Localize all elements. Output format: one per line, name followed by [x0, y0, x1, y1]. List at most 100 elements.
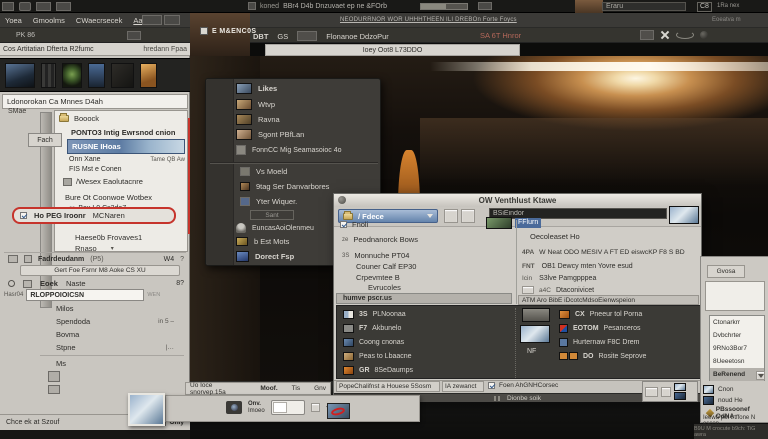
grid-view-icon[interactable] [164, 15, 180, 25]
context-menu-item[interactable]: Ravna [236, 114, 280, 125]
lower-item[interactable]: Milos [56, 304, 74, 313]
file-row[interactable]: EOTOM Pesanceros [559, 324, 641, 333]
camera-icon[interactable] [19, 2, 31, 11]
annotated-menu-item[interactable]: Ho PEG Iroonr [34, 211, 86, 220]
file-row[interactable]: Hurternaw F8C Drem [559, 338, 640, 347]
lower-item[interactable]: Spendoda in 5 – [56, 317, 174, 326]
dialog-system-icon[interactable] [338, 196, 346, 204]
photo-thumbnail[interactable] [703, 396, 714, 405]
menu-item-selected[interactable]: RUSNE IHoas [67, 139, 185, 154]
photo-thumbnail[interactable] [5, 63, 35, 88]
lower-item[interactable]: Bovma [56, 330, 79, 339]
menu-item[interactable]: /Wesex Eaolutacnre [63, 177, 143, 186]
menu-item[interactable]: Onn Xane Tame QB Aw [69, 156, 185, 163]
context-menu-item[interactable]: Dorect Fsp [236, 251, 294, 262]
toolbar-item[interactable]: Flonanoe DdzoPur [326, 32, 389, 41]
grid-icon[interactable] [56, 2, 71, 11]
file-row[interactable]: F7 Akbunelo [343, 324, 401, 333]
view-button[interactable] [444, 209, 458, 223]
export-button-line1[interactable]: Onv. [248, 401, 265, 408]
top-badge[interactable]: C8 [697, 2, 712, 12]
toolbar-item[interactable]: GS [277, 32, 288, 41]
tree-item-selected[interactable]: humve pscr.us [336, 293, 512, 304]
mb-icon[interactable] [127, 31, 141, 40]
file-row[interactable]: DO Rosite Seprove [559, 352, 646, 360]
context-menu-item[interactable]: Likes [236, 83, 277, 94]
option-item[interactable]: Dvbchrter [710, 329, 764, 342]
star-tool-icon[interactable] [48, 385, 60, 394]
file-row[interactable]: GR 8SeDaumps [343, 366, 413, 375]
menubar-item[interactable]: Gmoolms [33, 16, 65, 25]
sort-icon[interactable] [661, 387, 671, 397]
photo-thumbnail[interactable] [703, 385, 714, 394]
right-panel-header-tab[interactable]: Gvosa [707, 265, 745, 278]
app-icon[interactable] [2, 2, 14, 11]
menu-item[interactable]: PONTO3 Intig Ewrsnod cnion [71, 128, 175, 137]
tree-item[interactable]: ze Peodnanorck Bows [342, 235, 418, 244]
photo-thumbnail[interactable] [41, 63, 56, 88]
menu-item-folder[interactable]: Booock [59, 114, 99, 123]
fach-tab[interactable]: Fach [28, 133, 62, 147]
lower-item[interactable]: Ms [56, 359, 66, 368]
photo-thumbnail[interactable] [674, 383, 686, 391]
menu-item[interactable]: Bure Ot Coonwoe Wotbex [65, 193, 152, 202]
checkbox-icon[interactable] [488, 382, 495, 389]
name-field[interactable] [26, 289, 144, 301]
file-row[interactable]: Peas to Lbaacne [343, 352, 412, 361]
print-icon[interactable] [645, 387, 658, 397]
checkbox-icon[interactable] [340, 221, 347, 228]
file-row[interactable]: 3S PLNoonaa [343, 310, 406, 319]
preview-thumbnail[interactable] [669, 206, 699, 224]
image-preview-icon[interactable] [520, 325, 550, 343]
hand-tool-icon[interactable] [48, 371, 60, 382]
context-menu-item[interactable]: EuncasAoiOlenmeu [236, 223, 314, 233]
tree-item[interactable]: Fnoli [340, 220, 368, 229]
context-menu-item[interactable]: Sgont PBfLan [236, 129, 304, 140]
photo-thumbnail[interactable] [88, 63, 105, 88]
panel-icon[interactable] [36, 2, 51, 11]
marked-photo-icon[interactable] [327, 403, 350, 419]
menu-item[interactable]: FIS Mst e Conen [69, 166, 122, 173]
context-menu-item[interactable]: 9tag Ser Danvarbores [240, 182, 329, 191]
knob-icon[interactable] [700, 31, 708, 39]
menubar-item[interactable]: Yoea [5, 16, 22, 25]
search-input[interactable] [602, 2, 686, 11]
mini-button[interactable] [522, 286, 534, 294]
menubar-item[interactable]: CWaecrsecek [76, 16, 122, 25]
footer-checkbox-group[interactable]: Foen AhGNHCorsec [488, 382, 558, 389]
crop-icon[interactable] [8, 255, 18, 263]
action-button[interactable]: Gert Foe Fsrnr M8 Aoke CS XU [20, 265, 180, 276]
small-button[interactable] [311, 403, 320, 412]
option-item[interactable]: Ctonarkrr [710, 316, 764, 329]
photo-thumbnail[interactable] [62, 63, 82, 88]
list-view-icon[interactable] [142, 15, 162, 25]
file-row[interactable]: Coong cnonas [343, 338, 404, 347]
lower-item[interactable]: Stpne |… [56, 343, 174, 352]
context-menu-item[interactable]: Vs Moeld [240, 167, 287, 176]
photo-thumbnail[interactable] [674, 392, 686, 400]
option-item[interactable]: 8Ueeetosn [710, 355, 764, 368]
photo-thumbnail[interactable] [140, 63, 157, 88]
menu-item[interactable]: Haese0b Frovaves1 [75, 233, 142, 242]
scroll-down-button[interactable] [756, 371, 765, 380]
toggle-switch[interactable] [271, 400, 305, 415]
option-item[interactable]: 9RNo3Bor7 [710, 342, 764, 355]
tree-item[interactable]: Evrucoles [368, 283, 401, 292]
tree-item[interactable]: Crpevmtee B [356, 273, 400, 282]
thumbnail-icon[interactable] [640, 30, 654, 40]
up-button[interactable] [461, 209, 475, 223]
context-menu-item[interactable]: FonnCC Mig Seamasoioc 4o [236, 145, 342, 155]
list-icon[interactable] [24, 255, 32, 263]
tree-item[interactable]: Couner Calf EP30 [356, 262, 416, 271]
tool-icon[interactable] [23, 280, 32, 288]
tree-item[interactable]: 3S Monnuche PT04 [342, 251, 409, 260]
context-menu-item[interactable]: Wtvp [236, 99, 275, 110]
photo-thumbnail[interactable] [111, 63, 134, 88]
export-button-line2[interactable]: Imoeo [248, 408, 265, 415]
help-icon[interactable]: ? [180, 256, 184, 263]
swatch-icon[interactable] [297, 31, 317, 41]
file-row[interactable]: CX Pneeur tol Porna [559, 310, 642, 319]
stack-icon[interactable] [522, 308, 550, 322]
checkbox-icon[interactable] [20, 212, 27, 219]
context-menu-item[interactable]: Yter Wiquer. [240, 197, 297, 206]
